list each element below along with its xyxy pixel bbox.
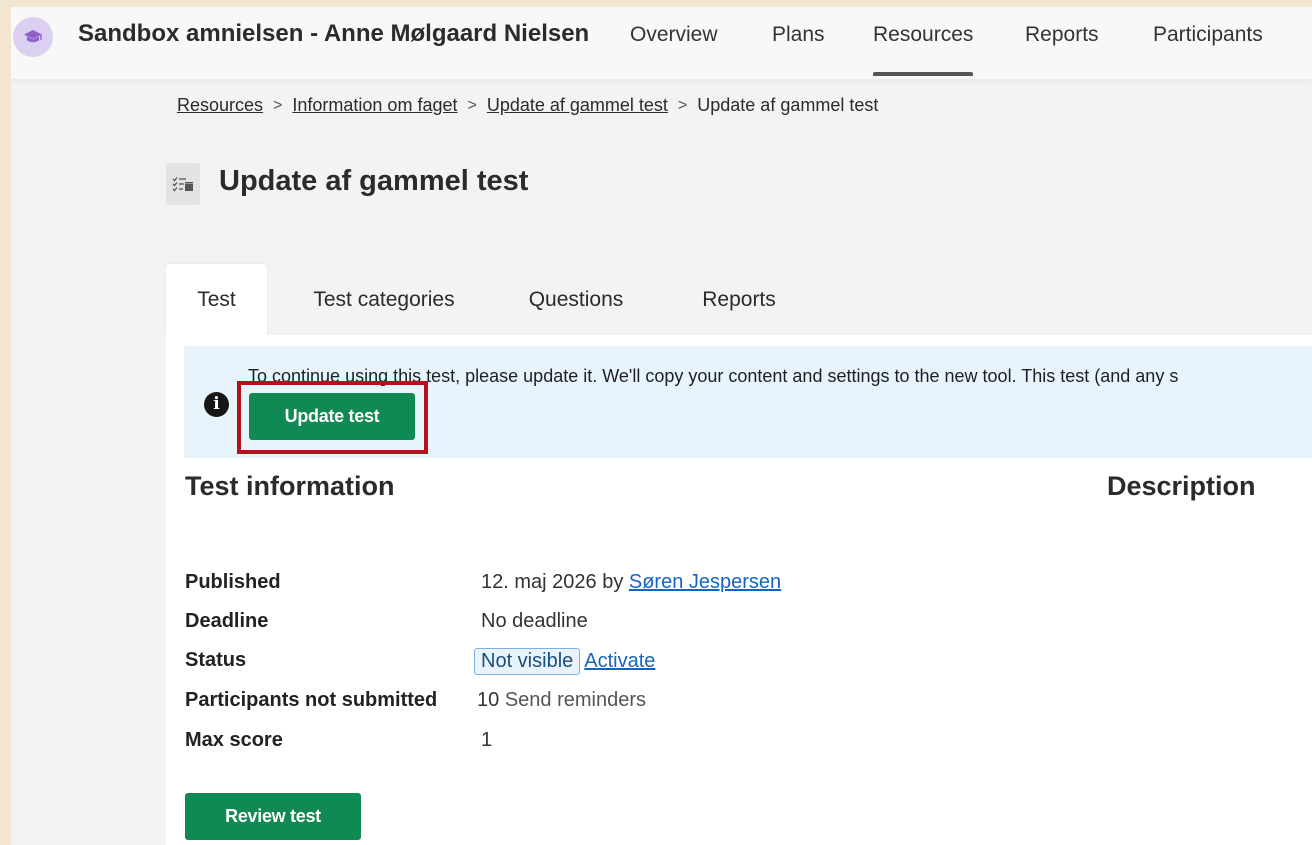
deadline-value: No deadline — [481, 610, 588, 632]
graduation-cap-icon — [24, 30, 42, 43]
nav-reports[interactable]: Reports — [1025, 23, 1099, 47]
status-value: Not visible Activate — [474, 648, 655, 675]
send-reminders-action[interactable]: Send reminders — [505, 689, 646, 711]
update-notice: i To continue using this test, please up… — [184, 346, 1312, 458]
breadcrumb: Resources > Information om faget > Updat… — [177, 95, 878, 116]
tab-questions[interactable]: Questions — [511, 264, 641, 335]
description-heading: Description — [1107, 471, 1256, 501]
test-information-heading: Test information — [185, 471, 395, 501]
course-title[interactable]: Sandbox amnielsen - Anne Mølgaard Nielse… — [78, 20, 589, 48]
nav-plans[interactable]: Plans — [772, 23, 825, 47]
published-by-link[interactable]: Søren Jespersen — [629, 571, 781, 593]
tab-reports[interactable]: Reports — [689, 264, 789, 335]
breadcrumb-resources[interactable]: Resources — [177, 95, 263, 116]
participants-count: 10 — [477, 689, 500, 711]
status-label: Status — [185, 649, 247, 671]
info-icon: i — [204, 392, 229, 417]
tab-test[interactable]: Test — [166, 264, 267, 335]
test-panel: i To continue using this test, please up… — [166, 335, 1312, 845]
nav-resources[interactable]: Resources — [873, 23, 974, 76]
deadline-label: Deadline — [185, 610, 269, 632]
nav-overview[interactable]: Overview — [630, 23, 718, 47]
published-label: Published — [185, 571, 281, 593]
max-score-label: Max score — [185, 729, 283, 751]
tab-test-categories[interactable]: Test categories — [294, 264, 474, 335]
activate-link[interactable]: Activate — [584, 650, 655, 672]
top-header: Sandbox amnielsen - Anne Mølgaard Nielse… — [11, 7, 1312, 79]
chevron-right-icon: > — [677, 96, 688, 114]
page-title: Update af gammel test — [219, 165, 529, 197]
course-avatar[interactable] — [13, 17, 53, 57]
breadcrumb-current: Update af gammel test — [697, 95, 879, 115]
chevron-right-icon: > — [467, 96, 477, 114]
max-score-value: 1 — [481, 729, 493, 751]
status-badge: Not visible — [474, 648, 581, 675]
participants-value: 10 Send reminders — [477, 689, 646, 712]
nav-participants[interactable]: Participants — [1153, 23, 1263, 47]
published-date: 12. maj 2026 by — [481, 571, 629, 593]
breadcrumb-information[interactable]: Information om faget — [292, 95, 457, 116]
chevron-right-icon: > — [273, 96, 283, 114]
participants-label: Participants not submitted — [185, 689, 438, 711]
review-test-button[interactable]: Review test — [185, 793, 361, 840]
breadcrumb-update-test[interactable]: Update af gammel test — [487, 95, 668, 116]
app-window: Sandbox amnielsen - Anne Mølgaard Nielse… — [11, 7, 1312, 845]
published-value: 12. maj 2026 by Søren Jespersen — [481, 571, 781, 594]
tab-bar: Test Test categories Questions Reports — [166, 264, 1312, 335]
test-list-icon — [166, 163, 200, 205]
highlight-box — [237, 381, 428, 454]
